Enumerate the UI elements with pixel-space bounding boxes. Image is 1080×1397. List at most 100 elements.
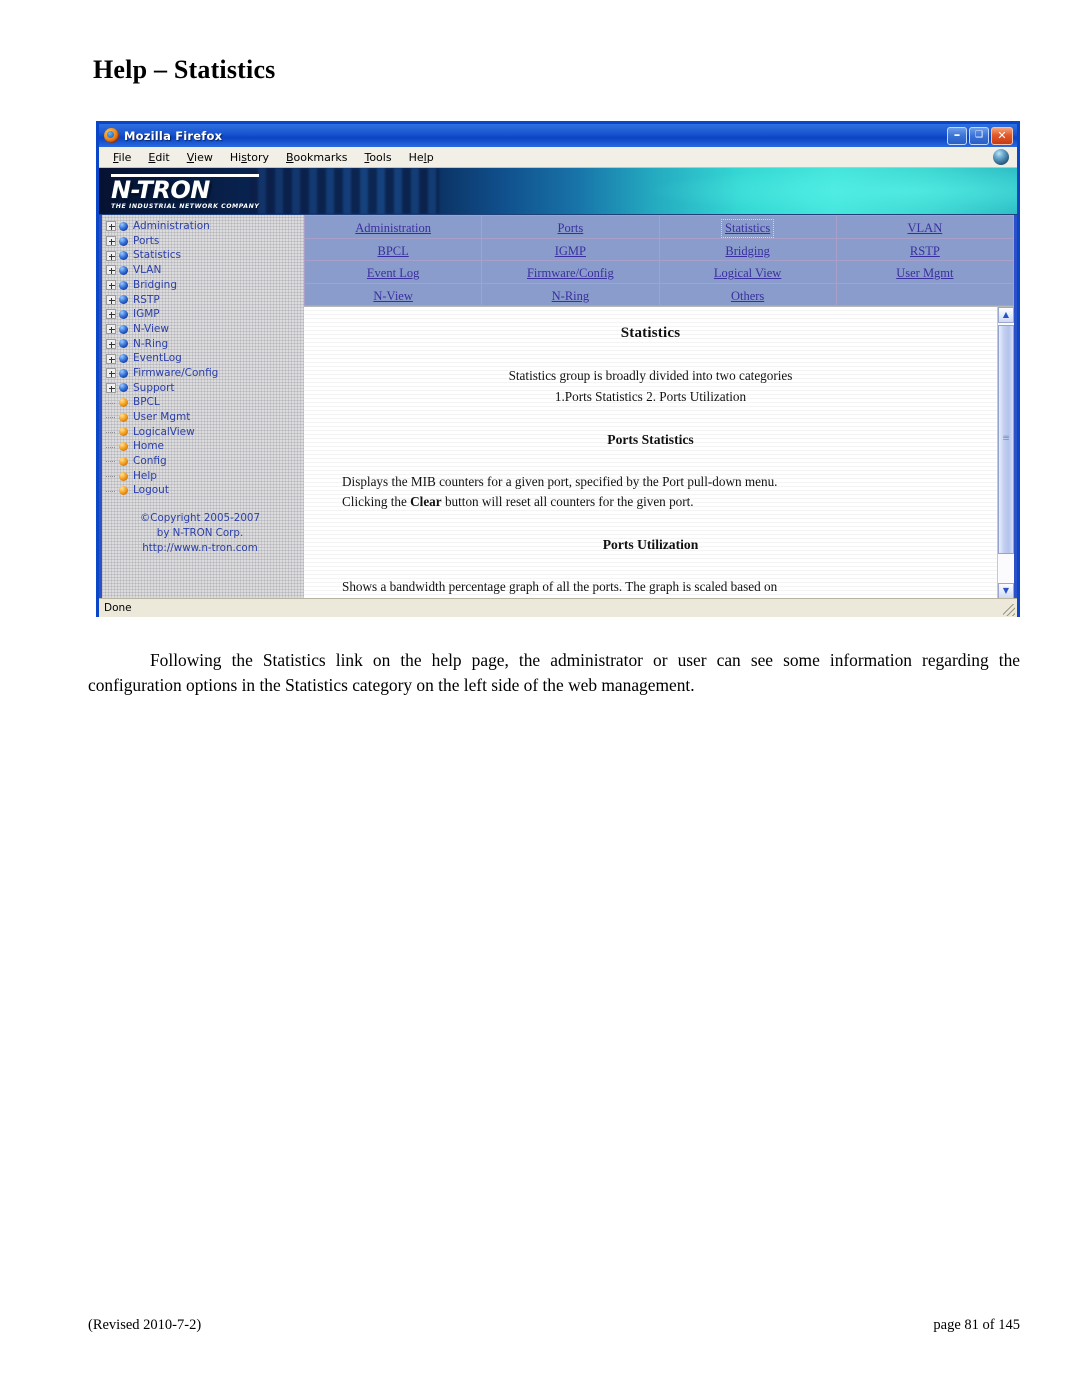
close-icon: ✕: [997, 129, 1007, 142]
expand-plus-icon[interactable]: [106, 382, 116, 393]
sidebar-item-label: Administration: [133, 220, 210, 233]
vertical-scrollbar[interactable]: ▲ ▼: [997, 307, 1014, 598]
sidebar-item-user-mgmt[interactable]: User Mgmt: [106, 410, 304, 425]
sidebar-item-label: N-Ring: [133, 337, 169, 350]
nav-cell[interactable]: Administration: [304, 215, 483, 239]
expand-plus-icon[interactable]: [106, 280, 116, 291]
sidebar-item-firmware-config[interactable]: Firmware/Config: [106, 366, 304, 381]
sidebar-item-statistics[interactable]: Statistics: [106, 248, 304, 263]
sidebar-item-logicalview[interactable]: LogicalView: [106, 425, 304, 440]
sidebar-item-home[interactable]: Home: [106, 439, 304, 454]
tree-connector-icon: [106, 398, 116, 408]
expand-plus-icon[interactable]: [106, 250, 116, 261]
maximize-icon: ❑: [974, 130, 984, 140]
expand-plus-icon[interactable]: [106, 324, 116, 335]
nav-link-vlan[interactable]: VLAN: [906, 221, 945, 236]
nav-cell[interactable]: Statistics: [658, 215, 837, 239]
sidebar-item-config[interactable]: Config: [106, 454, 304, 469]
sidebar-item-label: EventLog: [133, 352, 182, 365]
browser-statusbar: Done: [99, 598, 1017, 617]
sidebar-item-support[interactable]: Support: [106, 381, 304, 396]
nav-link-table: Administration Ports Statistics VLAN BPCL IGM…: [304, 215, 1014, 306]
nav-link-statistics[interactable]: Statistics: [721, 219, 775, 239]
expand-plus-icon[interactable]: [106, 309, 116, 320]
expand-plus-icon[interactable]: [106, 338, 116, 349]
nav-cell[interactable]: Firmware/Config: [481, 260, 660, 284]
sidebar-item-eventlog[interactable]: EventLog: [106, 351, 304, 366]
nav-cell[interactable]: RSTP: [835, 237, 1014, 261]
expand-plus-icon[interactable]: [106, 294, 116, 305]
scroll-down-button[interactable]: ▼: [998, 583, 1014, 598]
blue-bullet-icon: [119, 354, 128, 364]
expand-plus-icon[interactable]: [106, 368, 116, 379]
sidebar-item-n-ring[interactable]: N-Ring: [106, 337, 304, 352]
resize-grip-icon[interactable]: [1003, 604, 1015, 616]
menu-edit[interactable]: Edit: [140, 150, 178, 165]
maximize-button[interactable]: ❑: [969, 126, 989, 145]
nav-cell[interactable]: User Mgmt: [835, 260, 1014, 284]
copyright-line: by N-TRON Corp.: [156, 526, 244, 539]
logo-tagline: THE INDUSTRIAL NETWORK COMPANY: [111, 203, 260, 210]
nav-cell[interactable]: VLAN: [835, 215, 1014, 239]
nav-link-rstp[interactable]: RSTP: [908, 244, 942, 259]
nav-cell[interactable]: Ports: [481, 215, 660, 239]
nav-cell[interactable]: Event Log: [304, 260, 483, 284]
nav-link-n-view[interactable]: N-View: [371, 289, 415, 304]
nav-link-bpcl[interactable]: BPCL: [375, 244, 410, 259]
nav-cell[interactable]: N-View: [304, 282, 483, 306]
sidebar-item-help[interactable]: Help: [106, 469, 304, 484]
blue-bullet-icon: [119, 236, 128, 246]
menu-tools[interactable]: Tools: [356, 150, 400, 165]
menu-file[interactable]: File: [105, 150, 140, 165]
nav-cell[interactable]: Bridging: [658, 237, 837, 261]
sidebar-item-logout[interactable]: Logout: [106, 483, 304, 498]
nav-cell[interactable]: BPCL: [304, 237, 483, 261]
expand-plus-icon[interactable]: [106, 221, 116, 232]
nav-link-firmware-config[interactable]: Firmware/Config: [525, 266, 616, 281]
throbber-icon: [993, 149, 1009, 165]
scroll-up-button[interactable]: ▲: [998, 307, 1014, 323]
expand-plus-icon[interactable]: [106, 236, 116, 247]
nav-cell[interactable]: Logical View: [658, 260, 837, 284]
nav-cell[interactable]: Others: [658, 282, 837, 306]
sidebar-item-administration[interactable]: Administration: [106, 219, 304, 234]
nav-link-logical-view[interactable]: Logical View: [712, 266, 783, 281]
sidebar-tree: Administration Ports Statistics VLAN Bridgin…: [102, 219, 304, 498]
nav-link-user-mgmt[interactable]: User Mgmt: [894, 266, 955, 281]
sidebar-item-vlan[interactable]: VLAN: [106, 263, 304, 278]
page-footer: (Revised 2010-7-2) page 81 of 145: [88, 1317, 1020, 1334]
menu-view[interactable]: View: [179, 150, 222, 165]
menu-history[interactable]: History: [222, 150, 278, 165]
nav-link-ports[interactable]: Ports: [556, 221, 586, 236]
sidebar-item-ports[interactable]: Ports: [106, 234, 304, 249]
copyright-line: ©Copyright 2005-2007: [139, 512, 260, 525]
nav-link-n-ring[interactable]: N-Ring: [550, 289, 592, 304]
sidebar-item-n-view[interactable]: N-View: [106, 322, 304, 337]
nav-link-igmp[interactable]: IGMP: [553, 244, 588, 259]
sidebar-item-label: Config: [133, 455, 167, 468]
sidebar-item-igmp[interactable]: IGMP: [106, 307, 304, 322]
menu-help[interactable]: Help: [401, 150, 443, 165]
nav-table-row: BPCL IGMP Bridging RSTP: [304, 237, 1014, 261]
nav-cell[interactable]: N-Ring: [481, 282, 660, 306]
nav-cell[interactable]: IGMP: [481, 237, 660, 261]
sidebar-item-bridging[interactable]: Bridging: [106, 278, 304, 293]
sidebar-item-label: User Mgmt: [133, 411, 191, 424]
minimize-button[interactable]: –: [947, 126, 967, 145]
menu-bookmarks[interactable]: Bookmarks: [278, 150, 356, 165]
nav-link-bridging[interactable]: Bridging: [723, 244, 771, 259]
sidebar-item-rstp[interactable]: RSTP: [106, 292, 304, 307]
expand-plus-icon[interactable]: [106, 353, 116, 364]
scrollbar-track[interactable]: [998, 323, 1014, 583]
scrollbar-thumb[interactable]: [998, 325, 1014, 554]
nav-link-table-body: Administration Ports Statistics VLAN BPCL IGM…: [304, 215, 1014, 306]
expand-plus-icon[interactable]: [106, 265, 116, 276]
close-button[interactable]: ✕: [991, 126, 1013, 145]
nav-link-administration[interactable]: Administration: [353, 221, 433, 236]
sidebar-item-bpcl[interactable]: BPCL: [106, 395, 304, 410]
nav-link-others[interactable]: Others: [729, 289, 766, 304]
clear-sentence-pre: Clicking the: [342, 493, 411, 509]
sidebar-item-label: Statistics: [133, 249, 181, 262]
nav-link-event-log[interactable]: Event Log: [365, 266, 421, 281]
copyright-line[interactable]: http://www.n-tron.com: [102, 541, 298, 556]
